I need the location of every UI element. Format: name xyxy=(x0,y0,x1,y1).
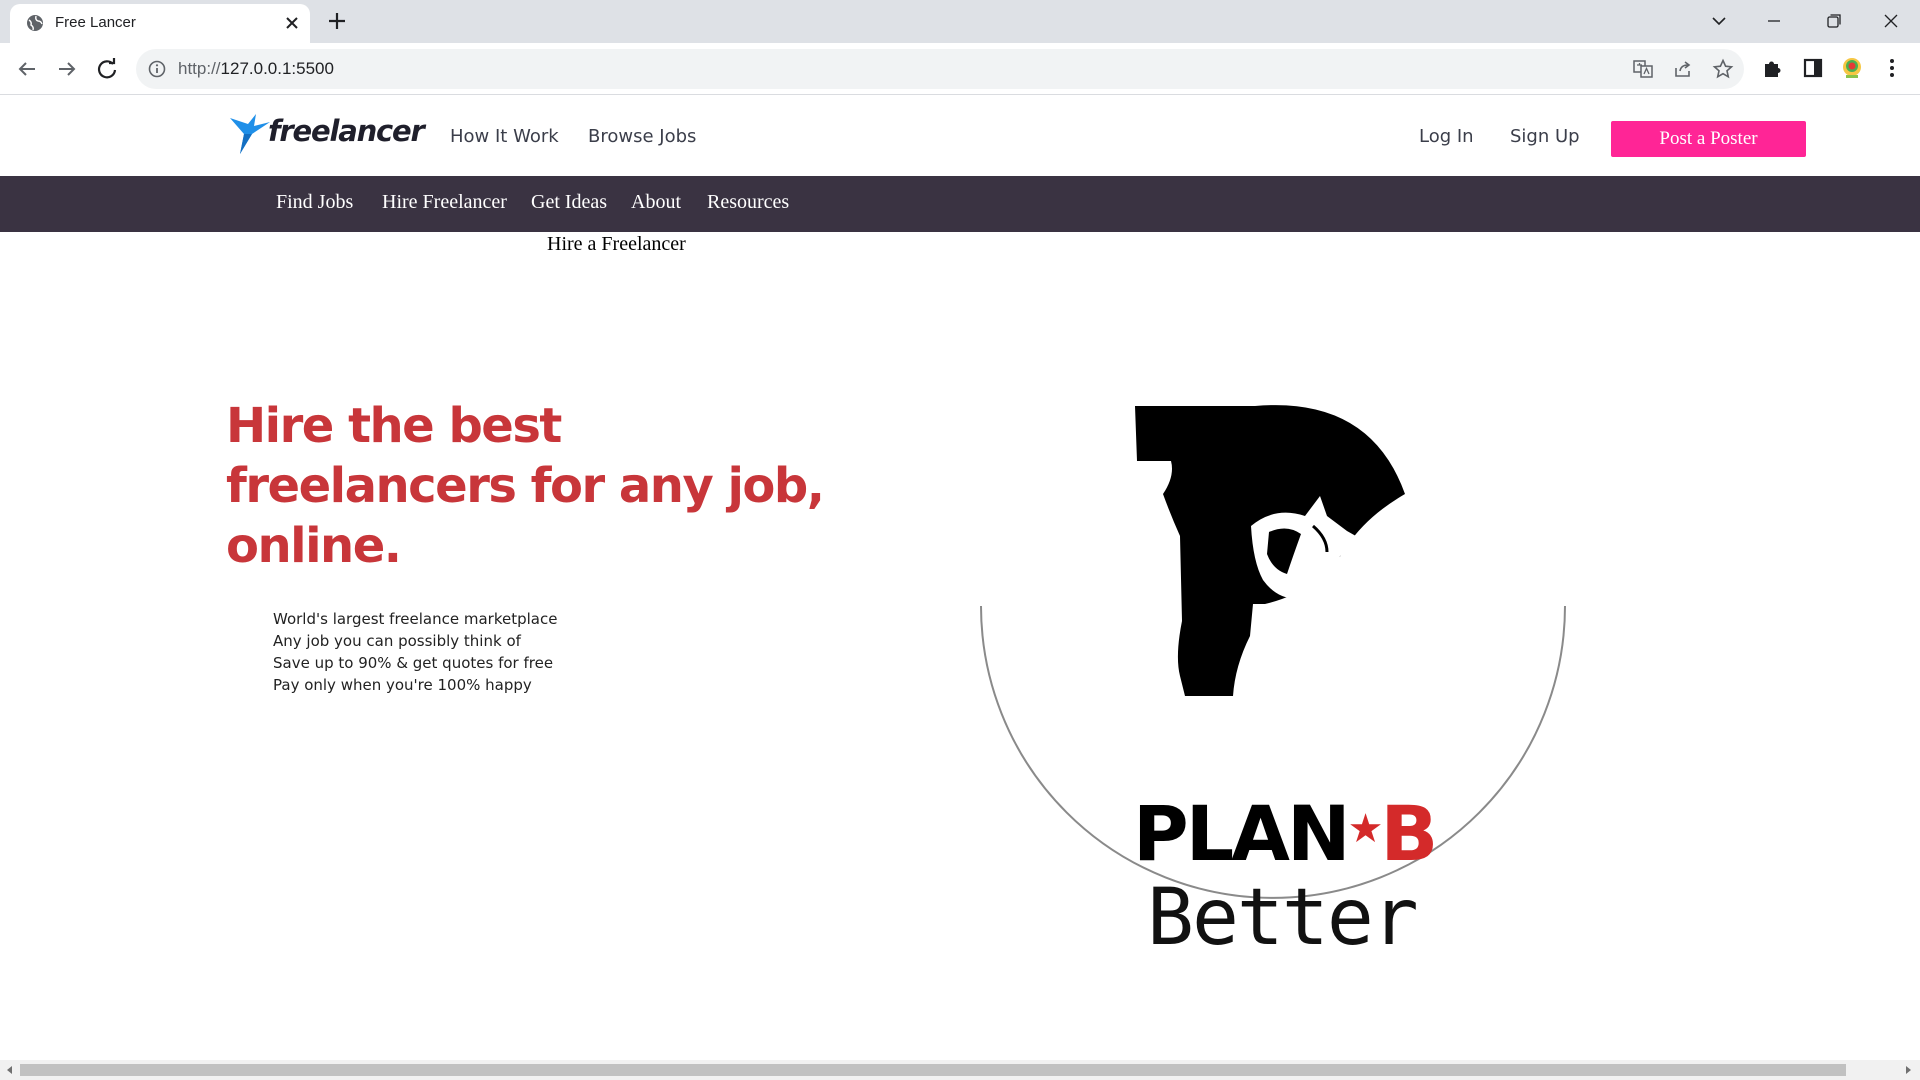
forward-arrow-icon[interactable] xyxy=(53,55,81,83)
nav-get-ideas[interactable]: Get Ideas xyxy=(531,191,607,214)
freelancer-logo[interactable]: freelancer xyxy=(228,112,425,158)
hero-points-list: World's largest freelance marketplace An… xyxy=(273,608,557,696)
brand-star: ★ xyxy=(1347,806,1384,852)
translate-icon[interactable] xyxy=(1632,58,1654,80)
brand-word-better: Better xyxy=(1147,873,1419,963)
hero-title-line: Hire the best xyxy=(226,398,562,454)
hero-title: Hire the best freelancers for any job, o… xyxy=(226,396,926,576)
main-nav-bar: Find Jobs Hire Freelancer Get Ideas Abou… xyxy=(0,176,1920,232)
brand-word-plan-b: PLAN★B xyxy=(1133,796,1438,872)
window-close-icon[interactable] xyxy=(1873,5,1909,37)
bird-icon xyxy=(230,114,270,154)
reload-icon[interactable] xyxy=(93,55,121,83)
brand-word-b: B xyxy=(1380,789,1438,878)
profile-icon[interactable] xyxy=(1840,56,1864,80)
more-vertical-icon[interactable] xyxy=(1880,56,1904,80)
signup-link[interactable]: Sign Up xyxy=(1510,126,1580,147)
side-panel-icon[interactable] xyxy=(1801,56,1825,80)
login-link[interactable]: Log In xyxy=(1419,126,1474,147)
hero-point: Any job you can possibly think of xyxy=(273,632,521,650)
browse-jobs-link[interactable]: Browse Jobs xyxy=(588,126,696,147)
browser-tab[interactable]: Free Lancer xyxy=(10,4,310,43)
info-icon[interactable] xyxy=(148,60,166,78)
address-bar[interactable]: http://127.0.0.1:5500 xyxy=(136,49,1744,89)
hero-point: Save up to 90% & get quotes for free xyxy=(273,654,554,672)
close-icon[interactable] xyxy=(281,12,303,34)
browser-toolbar: http://127.0.0.1:5500 xyxy=(0,43,1920,95)
logo-text: freelancer xyxy=(268,114,425,148)
scroll-right-icon[interactable] xyxy=(1902,1064,1914,1076)
nav-hire-freelancer[interactable]: Hire Freelancer xyxy=(382,191,507,214)
horizontal-scrollbar[interactable] xyxy=(0,1060,1920,1080)
nav-find-jobs[interactable]: Find Jobs xyxy=(276,191,353,214)
hero-title-line: freelancers for any job, xyxy=(226,458,825,514)
site-header: freelancer How It Work Browse Jobs Log I… xyxy=(0,96,1920,176)
scrollbar-thumb[interactable] xyxy=(20,1064,1846,1076)
hero-point: World's largest freelance marketplace xyxy=(273,610,558,628)
plus-icon[interactable] xyxy=(325,9,349,33)
nav-about[interactable]: About xyxy=(631,191,681,214)
puzzle-icon[interactable] xyxy=(1761,56,1785,80)
minimize-icon[interactable] xyxy=(1756,5,1792,37)
globe-icon xyxy=(27,15,43,31)
nav-resources[interactable]: Resources xyxy=(707,191,789,214)
post-a-poster-button[interactable]: Post a Poster xyxy=(1611,121,1806,157)
star-icon[interactable] xyxy=(1712,58,1734,80)
back-arrow-icon[interactable] xyxy=(13,55,41,83)
hero-title-line: online. xyxy=(226,518,402,574)
scroll-left-icon[interactable] xyxy=(4,1064,16,1076)
hero-point: Pay only when you're 100% happy xyxy=(273,676,532,694)
how-it-work-link[interactable]: How It Work xyxy=(450,126,559,147)
chevron-down-icon[interactable] xyxy=(1701,5,1737,37)
page-viewport: freelancer How It Work Browse Jobs Log I… xyxy=(0,96,1920,1060)
tab-title: Free Lancer xyxy=(55,14,136,31)
restore-icon[interactable] xyxy=(1815,5,1851,37)
brand-word-plan: PLAN xyxy=(1133,789,1351,878)
share-icon[interactable] xyxy=(1672,58,1694,80)
dropdown-hire-a-freelancer[interactable]: Hire a Freelancer xyxy=(547,233,686,256)
url-text: http://127.0.0.1:5500 xyxy=(178,59,334,78)
plan-b-better-logo-image: PLAN★B Better xyxy=(975,366,1575,1026)
browser-tab-bar: Free Lancer xyxy=(0,0,1920,43)
